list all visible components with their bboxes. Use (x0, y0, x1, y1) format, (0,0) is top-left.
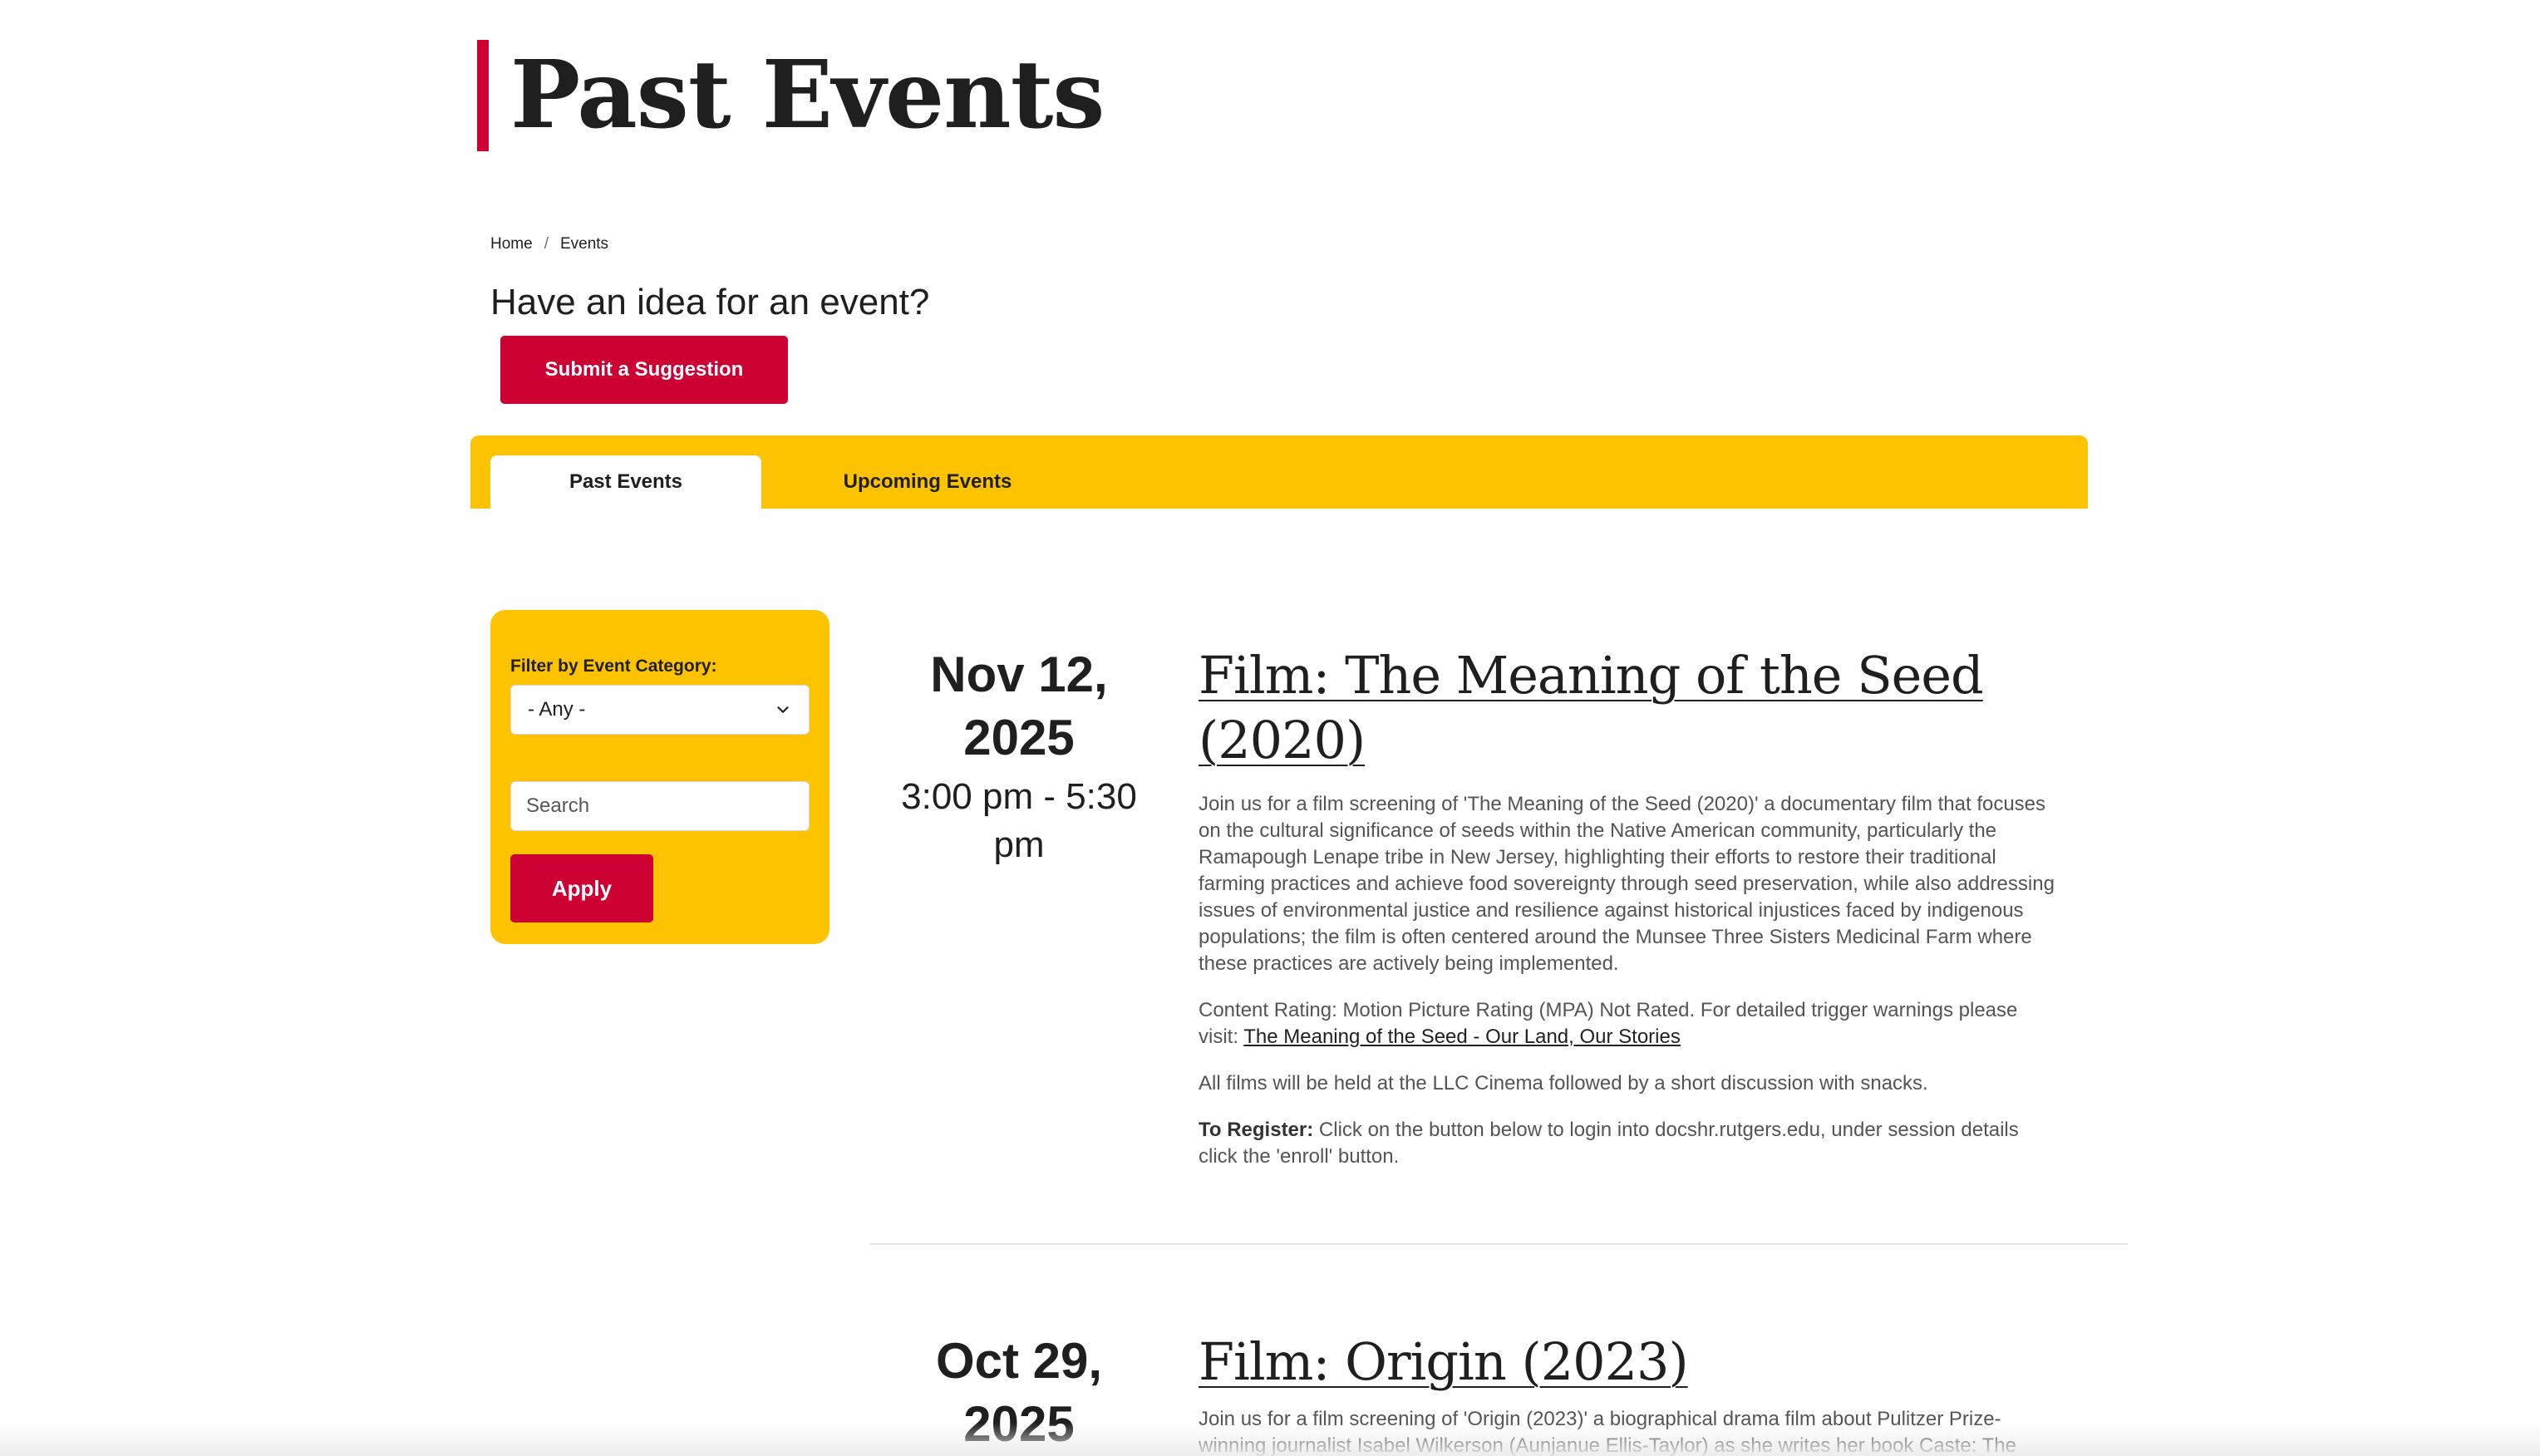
breadcrumb-events[interactable]: Events (560, 234, 608, 254)
page-title: Past Events (510, 41, 1105, 150)
event-divider (869, 1243, 2128, 1245)
filter-panel: Filter by Event Category: - Any - Apply (490, 610, 829, 944)
filter-category-label: Filter by Event Category: (510, 657, 717, 676)
title-accent-bar (477, 40, 489, 151)
event-time-line2: pm (993, 824, 1045, 865)
breadcrumb-separator: / (544, 235, 549, 253)
event-date-month-day: Oct 29, (935, 1333, 1103, 1389)
event-date-year: 2025 (963, 710, 1075, 765)
event-date-month-day: Nov 12, (930, 647, 1108, 702)
event-description-paragraph: Join us for a film screening of 'The Mea… (1199, 793, 2055, 975)
event-title-link[interactable]: Film: The Meaning of the Seed (2020) (1199, 643, 2063, 773)
event-register-text: Click on the button below to login into … (1199, 1119, 2019, 1168)
event-rating: Content Rating: Motion Picture Rating (M… (1199, 997, 2063, 1050)
event-register: To Register: Click on the button below t… (1199, 1117, 2063, 1170)
event-description: Join us for a film screening of 'The Mea… (1199, 791, 2063, 1170)
search-input[interactable] (510, 781, 810, 831)
category-select-value: - Any - (528, 698, 586, 721)
event-time-line1: 3:00 pm - 5:30 (901, 776, 1137, 817)
event-title-link[interactable]: Film: Origin (2023) (1199, 1330, 2063, 1395)
suggestion-heading: Have an idea for an event? (490, 282, 930, 322)
scroll-fade (0, 1423, 2540, 1456)
chevron-down-icon (777, 706, 789, 713)
breadcrumb-home[interactable]: Home (490, 234, 533, 254)
event-register-label: To Register: (1199, 1119, 1314, 1141)
event-rating-link[interactable]: The Meaning of the Seed - Our Land, Our … (1243, 1026, 1681, 1048)
category-select[interactable]: - Any - (510, 685, 810, 735)
event-time: 3:00 pm - 5:30 pm (869, 773, 1169, 869)
event-date: Nov 12, 2025 3:00 pm - 5:30 pm (869, 643, 1169, 869)
event-body: Film: The Meaning of the Seed (2020) Joi… (1199, 643, 2063, 1190)
event-tabs: Past Events Upcoming Events (470, 435, 2088, 509)
event-location: All films will be held at the LLC Cinema… (1199, 1072, 1928, 1094)
breadcrumb: Home / Events (490, 234, 608, 254)
apply-button[interactable]: Apply (510, 854, 653, 922)
submit-suggestion-button[interactable]: Submit a Suggestion (500, 336, 788, 404)
page-title-block: Past Events (477, 40, 1105, 151)
tab-past-events[interactable]: Past Events (490, 455, 761, 509)
tab-upcoming-events[interactable]: Upcoming Events (788, 455, 1067, 509)
